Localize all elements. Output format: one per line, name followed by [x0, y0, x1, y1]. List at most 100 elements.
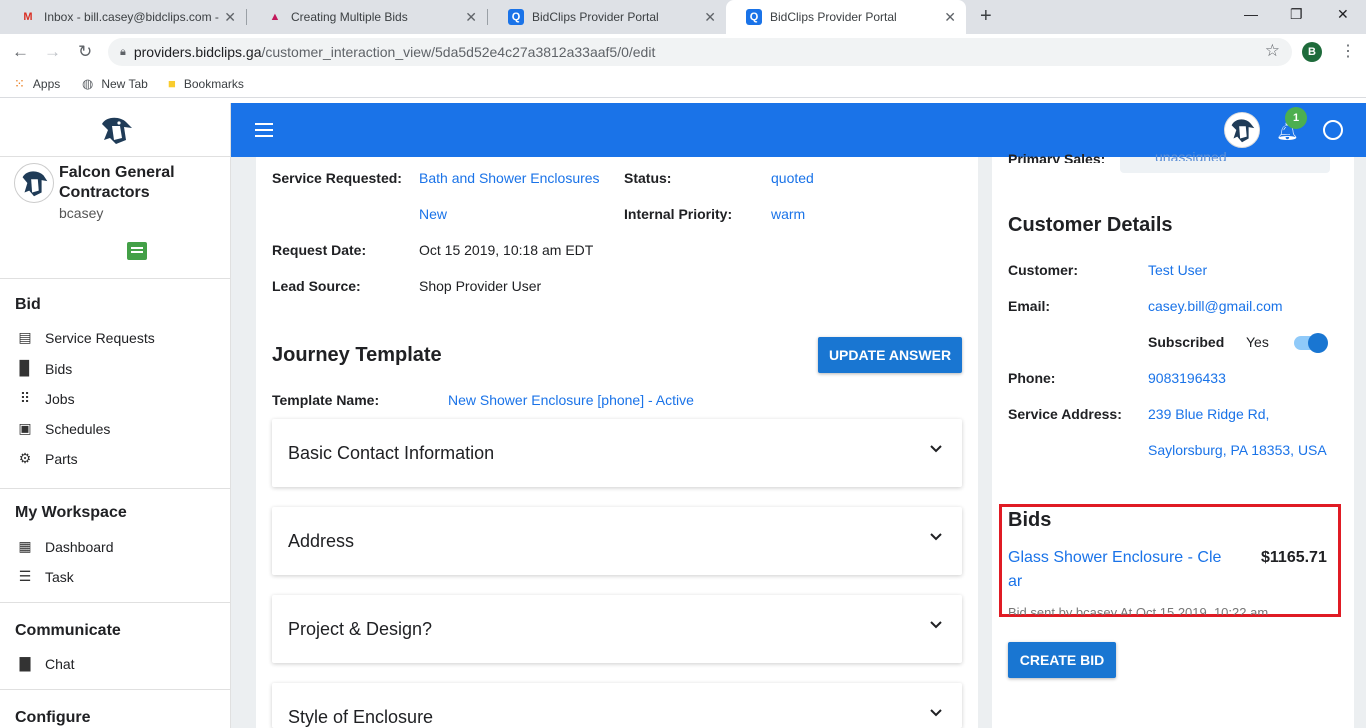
url-host: providers.bidclips.ga [133, 44, 262, 60]
sidebar-item-parts[interactable]: ⚙ Parts [15, 450, 78, 467]
sidebar-item-label: Service Requests [45, 329, 155, 346]
browser-tab-portal-1[interactable]: Q BidClips Provider Portal ✕ [488, 0, 726, 34]
browser-tab-gmail[interactable]: M Inbox - bill.casey@bidclips.com - ✕ [0, 0, 246, 34]
bookmark-label: New Tab [101, 77, 148, 91]
phone-link[interactable]: 9083196433 [1148, 370, 1226, 386]
url-input[interactable]: 🔒︎ providers.bidclips.ga /customer_inter… [108, 38, 1292, 66]
priority-label: Internal Priority: [624, 206, 733, 222]
customer-details-title: Customer Details [1008, 214, 1173, 236]
globe-icon: ◍ [82, 76, 94, 91]
new-tab-icon[interactable]: + [980, 5, 992, 28]
account-icon[interactable] [1323, 120, 1343, 140]
email-link[interactable]: casey.bill@gmail.com [1148, 298, 1283, 314]
sidebar-item-jobs[interactable]: ⠿ Jobs [15, 390, 75, 407]
tab-label: BidClips Provider Portal [532, 10, 659, 24]
company-avatar-top[interactable] [1224, 112, 1260, 148]
sidebar-item-dashboard[interactable]: ▦ Dashboard [15, 538, 113, 555]
bookmark-new-tab[interactable]: ◍ New Tab [82, 76, 148, 92]
browser-tab-strip: M Inbox - bill.casey@bidclips.com - ✕ ▲ … [0, 0, 1366, 34]
subscribed-value: Yes [1246, 334, 1269, 350]
minimize-icon[interactable]: — [1244, 6, 1258, 22]
address-line1-link[interactable]: 239 Blue Ridge Rd, [1148, 406, 1269, 422]
back-icon[interactable]: ← [12, 42, 29, 62]
tab-label: Creating Multiple Bids [291, 10, 408, 24]
sidebar: Falcon General Contractors bcasey Bid ▤ … [0, 103, 231, 728]
subscribed-toggle[interactable] [1294, 333, 1328, 353]
hamburger-menu-icon[interactable] [255, 123, 273, 137]
address-bar-row: ← → ↻ 🔒︎ providers.bidclips.ga /customer… [0, 34, 1366, 70]
customer-name-link[interactable]: Test User [1148, 262, 1207, 278]
bookmark-apps[interactable]: ⁙ Apps [14, 76, 60, 92]
sidebar-item-label: Schedules [45, 420, 111, 437]
accordion-title: Basic Contact Information [288, 443, 495, 463]
browser-tab-portal-active[interactable]: Q BidClips Provider Portal ✕ [726, 0, 966, 34]
update-answer-button[interactable]: UPDATE ANSWER [818, 337, 962, 373]
company-name: Falcon General Contractors [59, 164, 175, 201]
browser-menu-icon[interactable]: ⋮ [1340, 41, 1356, 61]
bookmarks-bar: ⁙ Apps ◍ New Tab ■ Bookmarks [0, 70, 1366, 98]
sidebar-item-label: Jobs [45, 390, 75, 407]
bidclips-docs-icon: ▲ [269, 11, 281, 23]
forward-icon[interactable]: → [44, 42, 61, 62]
service-requested-link[interactable]: Bath and Shower Enclosures [419, 170, 600, 186]
close-tab-icon[interactable]: ✕ [224, 9, 236, 26]
bid-name-link-line2[interactable]: ar [1008, 573, 1022, 591]
accordion-project-design[interactable]: Project & Design? [272, 595, 962, 663]
bid-meta: Bid sent by bcasey At Oct 15 2019, 10:22… [1008, 605, 1269, 615]
accordion-basic-contact[interactable]: Basic Contact Information [272, 419, 962, 487]
bookmark-label: Bookmarks [183, 76, 244, 91]
accordion-title: Style of Enclosure [288, 707, 434, 727]
browser-tab-creating-bids[interactable]: ▲ Creating Multiple Bids ✕ [247, 0, 487, 34]
profile-avatar[interactable]: B [1302, 42, 1322, 62]
sidebar-item-task[interactable]: ☰ Task [15, 568, 74, 585]
close-tab-icon[interactable]: ✕ [704, 9, 716, 26]
service-requested-label: Service Requested: [272, 170, 402, 186]
reload-icon[interactable]: ↻ [78, 42, 92, 62]
section-title-configure: Configure [15, 709, 91, 726]
sub-status-link[interactable]: New [419, 206, 447, 222]
message-icon[interactable] [127, 242, 147, 260]
divider [0, 689, 231, 690]
url-path: /customer_interaction_view/5da5d52e4c27a… [261, 44, 656, 60]
accordion-style-of-enclosure[interactable]: Style of Enclosure [272, 683, 962, 728]
contact-icon: ▣ [18, 420, 32, 436]
create-bid-button[interactable]: CREATE BID [1008, 642, 1116, 678]
status-link[interactable]: quoted [771, 170, 814, 186]
priority-link[interactable]: warm [771, 206, 805, 222]
bidclips-icon: Q [508, 9, 524, 25]
tab-label: BidClips Provider Portal [770, 10, 897, 24]
bookmark-star-icon[interactable]: ☆ [1265, 41, 1280, 61]
close-tab-icon[interactable]: ✕ [944, 9, 956, 26]
phone-label: Phone: [1008, 370, 1056, 386]
sidebar-item-chat[interactable]: ▇ Chat [15, 655, 75, 672]
gear-icon: ⚙ [18, 450, 32, 466]
bid-amount: $1165.71 [1261, 549, 1327, 566]
bid-name-link-line1[interactable]: Glass Shower Enclosure - Cle [1008, 549, 1221, 567]
divider [0, 488, 231, 489]
request-date-label: Request Date: [272, 242, 367, 258]
address-line2-link[interactable]: Saylorsburg, PA 18353, USA [1148, 442, 1327, 458]
template-name-label: Template Name: [272, 392, 380, 408]
maximize-icon[interactable]: ❐ [1290, 6, 1303, 23]
sidebar-item-service-requests[interactable]: ▤ Service Requests [15, 329, 155, 346]
primary-sales-value[interactable]: unassigned [1155, 149, 1227, 161]
close-tab-icon[interactable]: ✕ [465, 9, 477, 26]
accordion-address[interactable]: Address [272, 507, 962, 575]
status-label: Status: [624, 170, 672, 186]
chevron-down-icon [930, 709, 942, 717]
sidebar-item-schedules[interactable]: ▣ Schedules [15, 420, 110, 437]
list-icon: ▤ [18, 329, 32, 345]
tab-label: Inbox - bill.casey@bidclips.com - [44, 10, 219, 24]
lock-icon: 🔒︎ [120, 45, 126, 58]
customer-label: Customer: [1008, 262, 1079, 278]
sidebar-item-bids[interactable]: ▉ Bids [15, 360, 73, 377]
sidebar-item-label: Task [45, 568, 74, 585]
bookmark-folder[interactable]: ■ Bookmarks [168, 76, 244, 91]
falcon-logo-icon[interactable] [96, 114, 134, 146]
close-window-icon[interactable]: ✕ [1337, 6, 1349, 23]
section-title-my-workspace: My Workspace [15, 504, 127, 521]
template-name-link[interactable]: New Shower Enclosure [phone] - Active [448, 392, 694, 408]
bookmark-label: Apps [32, 77, 61, 91]
accordion-title: Address [288, 531, 355, 551]
document-icon: ▉ [19, 360, 31, 376]
